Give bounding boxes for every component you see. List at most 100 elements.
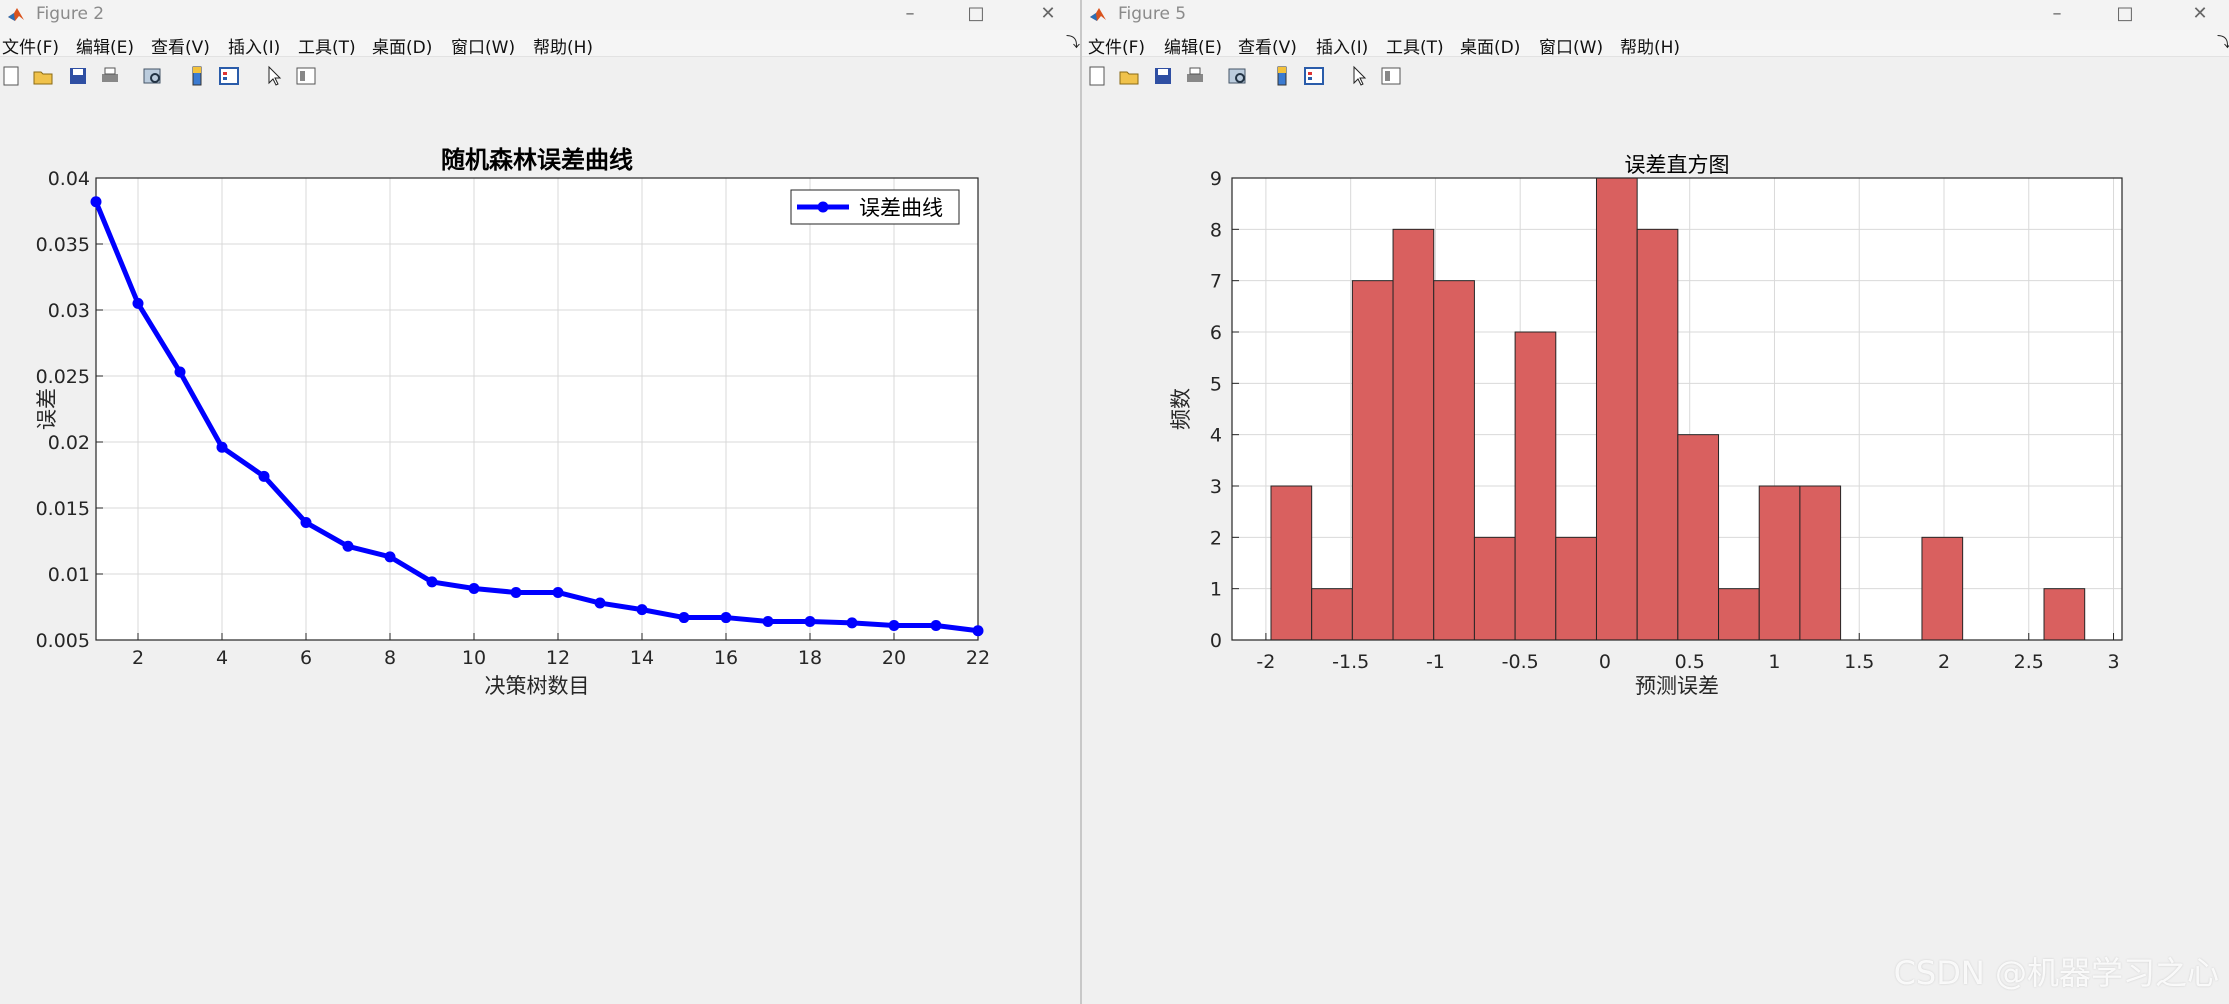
y-tick-label: 0.005 bbox=[36, 630, 90, 652]
data-point bbox=[90, 196, 102, 208]
y-tick-label: 9 bbox=[1210, 168, 1222, 190]
x-tick-label: 22 bbox=[966, 647, 990, 669]
histogram-bar bbox=[1270, 485, 1313, 641]
menu-insert[interactable]: 插入(I) bbox=[228, 33, 280, 58]
x-tick-label: 6 bbox=[300, 647, 312, 669]
x-tick-label: 8 bbox=[384, 647, 396, 669]
menu-tools[interactable]: 工具(T) bbox=[1386, 33, 1444, 58]
x-tick-label: 3 bbox=[2107, 651, 2119, 673]
menu-view[interactable]: 查看(V) bbox=[1238, 33, 1297, 58]
toolbar-overflow-icon[interactable]: ⤵ bbox=[1066, 32, 1080, 52]
x-tick-label: 20 bbox=[882, 647, 906, 669]
toolbar bbox=[0, 57, 1080, 94]
data-point bbox=[594, 597, 606, 609]
data-point bbox=[804, 616, 816, 628]
x-tick-label: 2 bbox=[1938, 651, 1950, 673]
print-preview-icon[interactable] bbox=[141, 65, 163, 87]
save-icon[interactable] bbox=[67, 65, 89, 87]
new-figure-icon[interactable] bbox=[1086, 65, 1108, 87]
data-point bbox=[846, 617, 858, 629]
histogram-chart: -2 -1.5 -1 -0.5 0 0.5 1 1.5 2 2.5 3 0 1 2 3 4 5 6 7 8 9 误差直方图… bbox=[1169, 153, 2123, 698]
pointer-icon[interactable] bbox=[1348, 65, 1370, 87]
menu-window[interactable]: 窗口(W) bbox=[1539, 33, 1603, 58]
menu-insert[interactable]: 插入(I) bbox=[1316, 33, 1368, 58]
menu-tools[interactable]: 工具(T) bbox=[298, 33, 356, 58]
new-figure-icon[interactable] bbox=[0, 65, 22, 87]
histogram-bar bbox=[1636, 228, 1679, 641]
figure-area: -2 -1.5 -1 -0.5 0 0.5 1 1.5 2 2.5 3 0 1 2 3 4 5 6 7 8 9 误差直方图… bbox=[1082, 93, 2229, 1004]
toolbar-overflow-icon[interactable]: ⤵ bbox=[2217, 32, 2229, 52]
legend-icon[interactable] bbox=[1303, 65, 1325, 87]
property-inspector-icon[interactable] bbox=[295, 65, 317, 87]
window-title: Figure 2 bbox=[36, 4, 105, 24]
y-tick-label: 5 bbox=[1210, 373, 1222, 395]
x-axis-label: 决策树数目 bbox=[485, 674, 590, 698]
chart-title: 误差直方图 bbox=[1625, 153, 1730, 177]
pointer-icon[interactable] bbox=[263, 65, 285, 87]
y-tick-label: 3 bbox=[1210, 476, 1222, 498]
print-preview-icon[interactable] bbox=[1226, 65, 1248, 87]
x-tick-label: 0 bbox=[1599, 651, 1611, 673]
data-point bbox=[930, 619, 942, 631]
data-point bbox=[636, 604, 648, 616]
menu-desktop[interactable]: 桌面(D) bbox=[1460, 33, 1520, 58]
y-tick-label: 0.015 bbox=[36, 498, 90, 520]
y-tick-label: 1 bbox=[1210, 579, 1222, 601]
y-tick-label: 6 bbox=[1210, 322, 1222, 344]
maximize-button[interactable]: □ bbox=[958, 2, 994, 26]
data-point bbox=[762, 616, 774, 628]
histogram-bar bbox=[1677, 434, 1720, 641]
property-inspector-icon[interactable] bbox=[1380, 65, 1402, 87]
menu-edit[interactable]: 编辑(E) bbox=[1164, 33, 1222, 58]
colorbar-icon[interactable] bbox=[1271, 65, 1293, 87]
maximize-button[interactable]: □ bbox=[2107, 2, 2143, 26]
y-tick-label: 2 bbox=[1210, 527, 1222, 549]
data-point bbox=[132, 297, 144, 309]
menu-window[interactable]: 窗口(W) bbox=[451, 33, 515, 58]
print-icon[interactable] bbox=[1184, 65, 1206, 87]
menu-desktop[interactable]: 桌面(D) bbox=[372, 33, 432, 58]
open-file-icon[interactable] bbox=[32, 65, 54, 87]
y-axis-label: 误差 bbox=[35, 388, 59, 430]
x-tick-label: -0.5 bbox=[1502, 651, 1539, 673]
minimize-button[interactable]: – bbox=[892, 2, 928, 26]
save-icon[interactable] bbox=[1152, 65, 1174, 87]
histogram-bar bbox=[1799, 485, 1842, 641]
close-button[interactable]: ✕ bbox=[1030, 2, 1066, 26]
menu-edit[interactable]: 编辑(E) bbox=[76, 33, 134, 58]
data-point bbox=[342, 540, 354, 552]
y-tick-label: 0 bbox=[1210, 630, 1222, 652]
x-axis-label: 预测误差 bbox=[1635, 674, 1719, 698]
histogram-bar bbox=[1392, 228, 1435, 641]
menu-view[interactable]: 查看(V) bbox=[151, 33, 210, 58]
figure-area: 2 4 6 8 10 12 14 16 18 20 22 0.005 0.01 0.015 0.02 0.02… bbox=[0, 93, 1080, 1004]
chart-title: 随机森林误差曲线 bbox=[441, 146, 633, 174]
colorbar-icon[interactable] bbox=[186, 65, 208, 87]
toolbar bbox=[1082, 57, 2229, 94]
x-tick-label: 1.5 bbox=[1844, 651, 1874, 673]
menu-file[interactable]: 文件(F) bbox=[2, 33, 59, 58]
legend-icon[interactable] bbox=[218, 65, 240, 87]
legend-label: 误差曲线 bbox=[859, 196, 943, 220]
legend-marker-swatch bbox=[817, 201, 829, 213]
print-icon[interactable] bbox=[99, 65, 121, 87]
x-tick-label: 0.5 bbox=[1675, 651, 1705, 673]
y-tick-label: 0.025 bbox=[36, 366, 90, 388]
close-button[interactable]: ✕ bbox=[2182, 2, 2218, 26]
data-point bbox=[678, 612, 690, 624]
data-point bbox=[972, 625, 984, 637]
y-tick-label: 0.02 bbox=[48, 432, 90, 454]
histogram-bar bbox=[1595, 177, 1638, 641]
menu-help[interactable]: 帮助(H) bbox=[533, 33, 593, 58]
open-file-icon[interactable] bbox=[1118, 65, 1140, 87]
x-tick-label: 4 bbox=[216, 647, 228, 669]
minimize-button[interactable]: – bbox=[2039, 2, 2075, 26]
menu-file[interactable]: 文件(F) bbox=[1088, 33, 1145, 58]
menu-help[interactable]: 帮助(H) bbox=[1620, 33, 1680, 58]
x-tick-label: -1 bbox=[1426, 651, 1445, 673]
x-tick-label: -2 bbox=[1256, 651, 1275, 673]
y-axis-label: 频数 bbox=[1169, 388, 1193, 430]
data-point bbox=[552, 586, 564, 598]
menu-bar: 文件(F) 编辑(E) 查看(V) 插入(I) 工具(T) 桌面(D) 窗口(W… bbox=[0, 30, 1080, 58]
y-tick-label: 0.03 bbox=[48, 300, 90, 322]
